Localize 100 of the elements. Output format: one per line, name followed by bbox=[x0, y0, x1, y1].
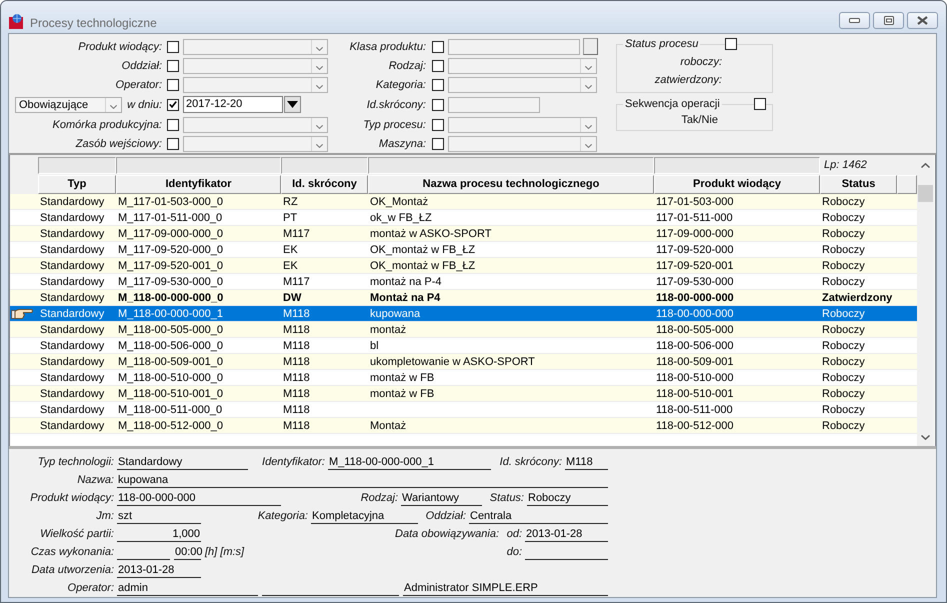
column-filter-field[interactable] bbox=[654, 156, 820, 174]
column-header[interactable]: Id. skrócony bbox=[281, 175, 368, 194]
table-row[interactable]: Standardowy M_117-01-511-000_0 PT ok_w FB_ŁZ 117-01-511-000 Roboczy bbox=[10, 210, 917, 226]
table-cell: Roboczy bbox=[822, 194, 865, 208]
pointing-hand-icon bbox=[11, 308, 33, 319]
table-cell: M_118-00-512-000_0 bbox=[118, 418, 223, 432]
checkbox[interactable] bbox=[167, 78, 179, 90]
table-cell: M_118-00-000-000_1 bbox=[118, 306, 223, 320]
table-row[interactable]: Standardowy M_118-00-510-000_0 M118 montaż w FB 118-00-510-000 Roboczy bbox=[10, 370, 917, 386]
checkbox[interactable] bbox=[432, 138, 444, 150]
table-cell: 118-00-511-000 bbox=[656, 402, 733, 416]
dropdown[interactable]: Obowiązujące bbox=[15, 96, 122, 112]
checkbox[interactable] bbox=[432, 78, 444, 90]
table-row[interactable]: Standardowy M_118-00-000-000_1 M118 kupowana 118-00-000-000 Roboczy bbox=[10, 306, 917, 322]
checkbox[interactable] bbox=[167, 118, 179, 130]
table-cell: M118 bbox=[283, 370, 310, 384]
option-label: zatwierdzony: bbox=[654, 73, 722, 88]
table-cell: ukompletowanie w ASKO-SPORT bbox=[370, 354, 535, 368]
table-cell: M118 bbox=[283, 386, 310, 400]
checkbox[interactable] bbox=[167, 40, 179, 52]
field-label: Komórka produkcyjna: bbox=[52, 118, 162, 132]
triangle-down-icon bbox=[287, 101, 298, 108]
table-row[interactable]: Standardowy M_117-09-530-000_0 M117 montaż na P-4 117-09-530-000 Roboczy bbox=[10, 274, 917, 290]
table-cell: M_118-00-510-000_0 bbox=[118, 370, 223, 384]
calendar-dropdown-button[interactable] bbox=[284, 96, 301, 113]
table-cell: kupowana bbox=[370, 306, 420, 320]
table-row[interactable]: Standardowy M_117-09-520-000_0 EK OK_montaż w FB_ŁZ 117-09-520-000 Roboczy bbox=[10, 242, 917, 258]
table-cell: montaż w ASKO-SPORT bbox=[370, 226, 492, 240]
chevron-down-icon bbox=[110, 104, 117, 108]
column-filter-field[interactable] bbox=[281, 156, 368, 174]
value-field: kupowana bbox=[117, 472, 608, 488]
table-row[interactable]: Standardowy M_117-01-503-000_0 RZ OK_Montaż 117-01-503-000 Roboczy bbox=[10, 194, 917, 210]
table-cell: 117-09-520-001 bbox=[656, 258, 734, 272]
chevron-down-icon[interactable] bbox=[921, 435, 930, 440]
option-label: roboczy: bbox=[680, 55, 722, 70]
minimize-button[interactable] bbox=[839, 12, 870, 29]
table-row[interactable]: Standardowy M_118-00-509-001_0 M118 ukompletowanie w ASKO-SPORT 118-00-509-001 Roboczy bbox=[10, 354, 917, 370]
field-label: Klasa produktu: bbox=[350, 40, 426, 54]
scroll-thumb[interactable] bbox=[918, 185, 933, 202]
checkbox[interactable] bbox=[432, 118, 444, 130]
close-icon bbox=[917, 16, 928, 25]
column-header[interactable]: Status bbox=[820, 175, 897, 194]
date-input[interactable]: 2017-12-20 bbox=[183, 96, 283, 113]
field-label: Id. skrócony: bbox=[500, 455, 562, 469]
option-label: Tak/Nie bbox=[681, 113, 718, 128]
table-row[interactable]: Standardowy M_118-00-510-001_0 M118 montaż w FB 118-00-510-001 Roboczy bbox=[10, 386, 917, 402]
table-cell: bl bbox=[370, 338, 379, 352]
app-icon bbox=[9, 14, 23, 29]
field-label: Data utworzenia: bbox=[31, 563, 114, 577]
column-header[interactable]: Produkt wiodący bbox=[654, 175, 820, 194]
chevron-up-icon[interactable] bbox=[921, 162, 930, 168]
table-cell: EK bbox=[283, 258, 298, 272]
table-row[interactable]: Standardowy M_117-09-520-001_0 EK OK_montaż w FB_ŁZ 117-09-520-001 Roboczy bbox=[10, 258, 917, 274]
column-filter-field[interactable] bbox=[116, 156, 281, 174]
value-field: Wariantowy bbox=[401, 490, 482, 506]
text-input[interactable] bbox=[448, 96, 540, 112]
checkbox[interactable] bbox=[167, 60, 179, 72]
table-cell: Standardowy bbox=[40, 306, 104, 320]
column-header[interactable]: Typ bbox=[38, 175, 116, 194]
close-button[interactable] bbox=[907, 12, 938, 29]
checkbox[interactable] bbox=[432, 60, 444, 72]
table-row[interactable]: Standardowy M_118-00-505-000_0 M118 montaż 118-00-505-000 Roboczy bbox=[10, 322, 917, 338]
chevron-down-icon bbox=[316, 124, 323, 128]
field-label: Oddział: bbox=[122, 58, 162, 72]
record-count: Lp: 1462 bbox=[823, 158, 867, 172]
checkbox[interactable] bbox=[432, 98, 444, 110]
table-cell: 118-00-000-000 bbox=[656, 306, 734, 320]
column-header[interactable]: Nazwa procesu technologicznego bbox=[368, 175, 654, 194]
checkbox[interactable] bbox=[725, 38, 737, 50]
column-filter-field[interactable] bbox=[38, 156, 116, 174]
checkbox[interactable] bbox=[754, 98, 766, 110]
table-cell: Standardowy bbox=[40, 274, 104, 288]
value-field: Standardowy bbox=[117, 454, 248, 470]
table-row[interactable]: Standardowy M_117-09-000-000_0 M117 montaż w ASKO-SPORT 117-09-000-000 Roboczy bbox=[10, 226, 917, 242]
browse-button[interactable] bbox=[583, 38, 598, 55]
table-cell: M_118-00-000-000_0 bbox=[118, 290, 224, 304]
checkbox[interactable] bbox=[432, 40, 444, 52]
table-row[interactable]: Standardowy M_118-00-511-000_0 M118 118-00-511-000 Roboczy bbox=[10, 402, 917, 418]
text-input[interactable] bbox=[448, 38, 580, 54]
table-cell: 117-09-520-000 bbox=[656, 242, 734, 256]
value-field: M118 bbox=[565, 454, 608, 470]
maximize-button[interactable] bbox=[873, 12, 904, 29]
table-cell: 117-01-511-000 bbox=[656, 210, 733, 224]
table-cell: Roboczy bbox=[822, 370, 865, 384]
column-header[interactable]: Identyfikator bbox=[116, 175, 281, 194]
checkbox[interactable] bbox=[167, 98, 179, 110]
table-row[interactable]: Standardowy M_118-00-000-000_0 DW Montaż na P4 118-00-000-000 Zatwierdzony bbox=[10, 290, 917, 306]
field-label: Status: bbox=[490, 491, 524, 505]
table-row[interactable]: Standardowy M_118-00-506-000_0 M118 bl 118-00-506-000 Roboczy bbox=[10, 338, 917, 354]
table-row[interactable]: Standardowy M_118-00-512-000_0 M118 Montaż 118-00-512-000 Roboczy bbox=[10, 418, 917, 434]
field-label: Data obowiązywania: bbox=[395, 527, 499, 541]
column-filter-field[interactable] bbox=[368, 156, 654, 174]
table-cell: M_117-01-503-000_0 bbox=[118, 194, 223, 208]
value-field: admin bbox=[117, 580, 258, 596]
table-cell: 118-00-509-001 bbox=[656, 354, 734, 368]
field-label: Wielkość partii: bbox=[40, 527, 114, 541]
checkbox[interactable] bbox=[167, 138, 179, 150]
table-cell: M118 bbox=[283, 322, 310, 336]
field-label: Kategoria: bbox=[376, 78, 426, 92]
value-field: 00:00 bbox=[174, 544, 201, 560]
